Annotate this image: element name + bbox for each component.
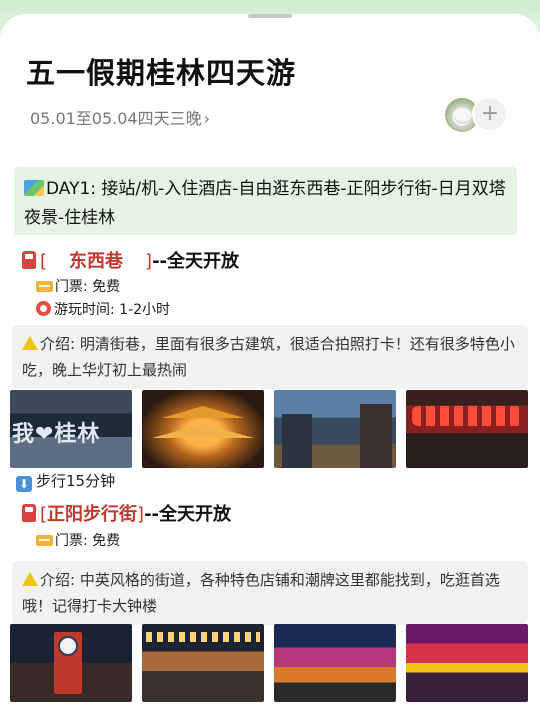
map-icon — [24, 180, 44, 196]
spot-name: 正阳步行街 — [47, 504, 138, 525]
photo-lanterns-strip — [412, 406, 522, 426]
photo-night-crowd[interactable] — [142, 624, 264, 702]
photo-neon-street[interactable] — [274, 624, 396, 702]
alarm-clock-icon — [36, 301, 51, 316]
photo-pavilion[interactable] — [142, 390, 264, 468]
photo-row-1: 我❤桂林 — [10, 390, 530, 468]
warning-icon — [22, 336, 38, 350]
photo-neon-signs[interactable] — [406, 624, 528, 702]
spot-intro-note: 介绍: 中英风格的街道，各种特色店铺和潮牌这里都能找到，吃逛首选哦！记得打卡大钟… — [12, 561, 528, 625]
photo-clock-face — [58, 636, 78, 656]
spot-hours: --全天开放 — [144, 504, 232, 525]
mailbox-pin-icon — [22, 251, 36, 269]
photo-building — [360, 404, 392, 468]
photo-roof — [152, 424, 254, 438]
date-range-link[interactable]: 05.01至05.04四天三晚 › — [30, 105, 210, 129]
spot-intro-note: 介绍: 明清街巷，里面有很多古建筑，很适合拍照打卡！还有很多特色小吃，晚上华灯初… — [12, 325, 528, 389]
spot-name: 东西巷 — [69, 251, 124, 272]
photo-lanterns[interactable] — [406, 390, 528, 468]
ticket-icon — [36, 535, 53, 546]
down-arrow-icon: ⬇ — [16, 476, 32, 492]
walk-distance: ⬇ 步行15分钟 — [16, 470, 115, 492]
add-collaborator-button[interactable]: + — [472, 96, 508, 132]
photo-row-2 — [10, 624, 530, 702]
day1-text: DAY1: 接站/机-入住酒店-自由逛东西巷-正阳步行街-日月双塔夜景-住桂林 — [24, 179, 506, 228]
spot-title-dongxixiang: [东西巷]--全天开放 — [22, 247, 239, 273]
ticket-icon — [36, 281, 53, 292]
date-range-text: 05.01至05.04四天三晚 — [30, 109, 202, 128]
ticket-info: 门票: 免费 — [36, 276, 120, 296]
warning-icon — [22, 572, 38, 586]
photo-sign-text: 我❤桂林 — [12, 422, 101, 447]
mailbox-pin-icon — [22, 504, 36, 522]
visit-time-info: 游玩时间: 1-2小时 — [36, 299, 170, 319]
spot-hours: --全天开放 — [152, 251, 240, 272]
photo-lights — [146, 632, 260, 642]
sheet-drag-handle[interactable] — [248, 14, 292, 18]
day1-summary: DAY1: 接站/机-入住酒店-自由逛东西巷-正阳步行街-日月双塔夜景-住桂林 — [14, 167, 517, 235]
chevron-right-icon: › — [203, 109, 211, 128]
page-title: 五一假期桂林四天游 — [26, 56, 297, 90]
photo-building — [282, 414, 312, 468]
avatar-image — [454, 108, 472, 124]
photo-sign[interactable]: 我❤桂林 — [10, 390, 132, 468]
ticket-info: 门票: 免费 — [36, 530, 120, 550]
spot-title-zhengyang: [正阳步行街]--全天开放 — [22, 500, 231, 526]
photo-roof — [162, 406, 244, 418]
photo-clock-tower[interactable] — [10, 624, 132, 702]
photo-street-dusk[interactable] — [274, 390, 396, 468]
